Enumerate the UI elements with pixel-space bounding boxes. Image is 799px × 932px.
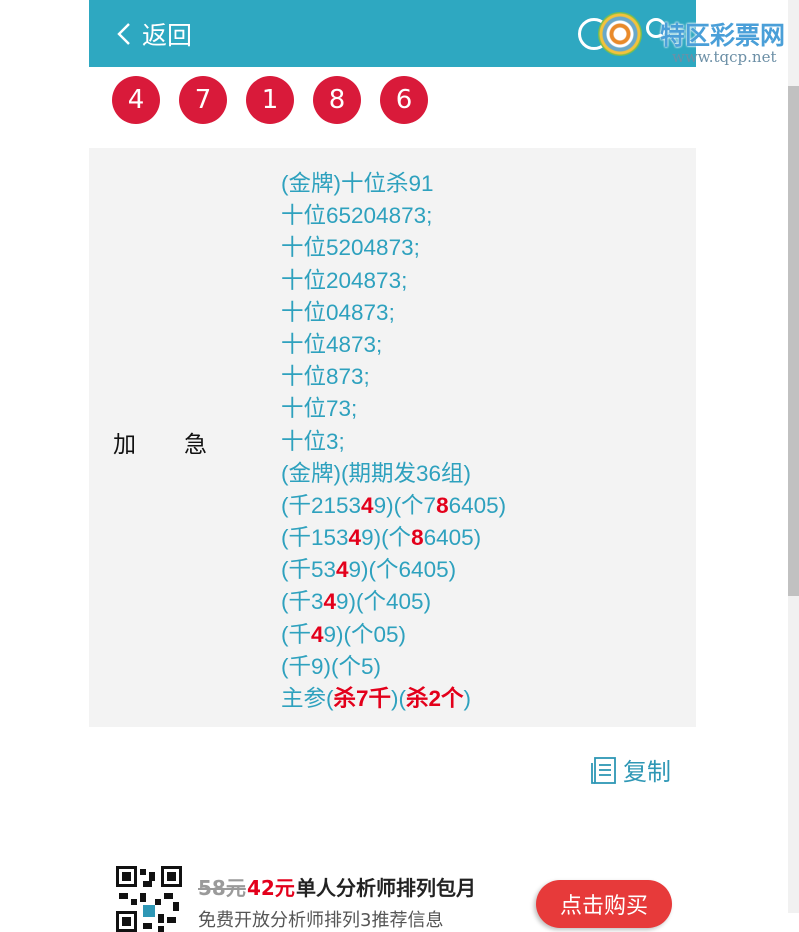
number-ball: 4 <box>112 76 160 124</box>
highlight-text: 4 <box>348 525 362 551</box>
line-text: 9)(个6405) <box>348 557 457 583</box>
prediction-line: 十位873; <box>281 361 691 393</box>
highlight-text: 8 <box>411 525 424 551</box>
number-ball: 6 <box>380 76 428 124</box>
new-price: 42元 <box>247 876 295 900</box>
promo-title: 单人分析师排列包月 <box>296 876 476 900</box>
highlight-text: 4 <box>311 621 324 647</box>
prediction-line: (千49)(个05) <box>281 619 691 651</box>
prediction-line: 十位204873; <box>281 265 691 297</box>
back-button[interactable]: 返回 <box>116 18 192 50</box>
prediction-line: (金牌)(期期发36组) <box>281 458 691 490</box>
line-text: 9)(个 <box>361 525 412 551</box>
prediction-line: (千9)(个5) <box>281 651 691 683</box>
line-text: (千2153 <box>281 492 362 518</box>
back-label: 返回 <box>142 21 193 50</box>
copy-button[interactable]: 复制 <box>589 752 671 787</box>
highlight-text: 4 <box>361 492 374 518</box>
line-text: (金牌)十位杀91 <box>281 171 434 196</box>
line-text: 十位5204873; <box>281 235 420 261</box>
line-text: (千3 <box>281 589 324 615</box>
prediction-line: (金牌)十位杀91 <box>281 168 691 200</box>
prediction-line: (千215349)(个786405) <box>281 490 691 522</box>
line-text: 十位3; <box>281 428 345 454</box>
line-text: 6405) <box>448 492 507 518</box>
highlight-text: 杀2个 <box>406 686 464 711</box>
line-text: (金牌)(期期发36组) <box>281 460 471 486</box>
prediction-line: 十位73; <box>281 393 691 425</box>
prediction-line: (千349)(个405) <box>281 586 691 618</box>
line-text: 十位65204873; <box>281 203 433 229</box>
line-text: (千53 <box>281 557 337 583</box>
highlight-text: 8 <box>436 492 449 518</box>
prediction-line: 十位65204873; <box>281 200 691 232</box>
highlight-text: 4 <box>323 589 337 615</box>
logo-url: www.tqcp.net <box>672 48 777 66</box>
line-text: (千9)(个5) <box>281 653 381 679</box>
number-ball: 1 <box>246 76 294 124</box>
prediction-line: 主参(杀7千)(杀2个) <box>281 683 691 715</box>
line-text: 十位204873; <box>281 267 408 293</box>
number-ball: 8 <box>313 76 361 124</box>
number-ball: 7 <box>179 76 227 124</box>
buy-button[interactable]: 点击购买 <box>536 880 672 928</box>
line-text: 十位4873; <box>281 331 383 357</box>
highlight-text: 4 <box>336 557 349 583</box>
old-price: 58元 <box>198 876 246 900</box>
promo-banner: 58元 42元 单人分析师排列包月 免费开放分析师排列3推荐信息 点击购买 <box>116 866 676 932</box>
line-text: ) <box>463 686 472 711</box>
prediction-lines: (金牌)十位杀91 十位65204873; 十位5204873; 十位204873; 十… <box>281 168 691 715</box>
urgent-tag-left: 加 <box>113 432 136 458</box>
urgent-tag-right: 急 <box>184 432 207 458</box>
prediction-line: 十位3; <box>281 426 691 458</box>
line-text: (千 <box>281 621 311 647</box>
urgent-tag: 加 急 <box>113 425 207 459</box>
promo-subtitle: 免费开放分析师排列3推荐信息 <box>198 910 444 931</box>
site-logo: 特区彩票网 www.tqcp.net <box>578 8 796 68</box>
line-text: )( <box>391 686 407 711</box>
line-text: 十位04873; <box>281 299 395 325</box>
line-text: (千153 <box>281 525 349 551</box>
line-text: 十位873; <box>281 364 370 390</box>
qr-code-icon <box>116 866 182 932</box>
logo-name: 特区彩票网 <box>660 21 786 50</box>
scrollbar-thumb[interactable] <box>788 86 799 596</box>
logo-swirl-icon <box>598 12 642 56</box>
draw-numbers: 4 7 1 8 6 <box>112 76 428 124</box>
prediction-line: 十位5204873; <box>281 232 691 264</box>
chevron-left-icon <box>117 23 130 45</box>
prediction-line: (千5349)(个6405) <box>281 554 691 586</box>
prediction-line: (千15349)(个86405) <box>281 522 691 554</box>
line-text: 9)(个405) <box>336 589 432 615</box>
prediction-line: 十位04873; <box>281 297 691 329</box>
line-text: 9)(个7 <box>373 492 437 518</box>
highlight-text: 杀7千 <box>333 686 392 711</box>
prediction-line: 十位4873; <box>281 329 691 361</box>
line-text: 十位73; <box>281 396 358 422</box>
copy-label: 复制 <box>623 758 671 786</box>
line-text: 主参( <box>281 686 334 711</box>
line-text: 6405) <box>423 525 482 551</box>
document-icon <box>591 756 616 784</box>
line-text: 9)(个05) <box>323 621 407 647</box>
